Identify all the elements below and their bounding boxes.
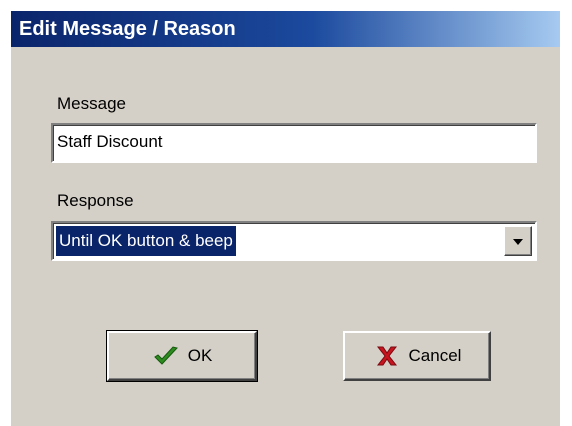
checkmark-icon: [153, 346, 178, 365]
cancel-label: Cancel: [408, 346, 462, 365]
ok-button[interactable]: OK: [106, 330, 258, 382]
response-label: Response: [57, 191, 134, 210]
response-select[interactable]: Until OK button & beep: [51, 221, 537, 261]
x-icon: [376, 346, 397, 366]
cancel-button[interactable]: Cancel: [343, 331, 491, 381]
dialog-title: Edit Message / Reason: [11, 11, 560, 47]
ok-label: OK: [187, 346, 213, 365]
dropdown-button[interactable]: [504, 226, 532, 256]
edit-message-dialog: Edit Message / Reason Message Staff Disc…: [10, 10, 560, 426]
response-selected-value: Until OK button & beep: [56, 226, 236, 256]
message-input[interactable]: Staff Discount: [51, 123, 537, 163]
chevron-down-icon: [513, 239, 523, 245]
message-label: Message: [57, 94, 126, 113]
